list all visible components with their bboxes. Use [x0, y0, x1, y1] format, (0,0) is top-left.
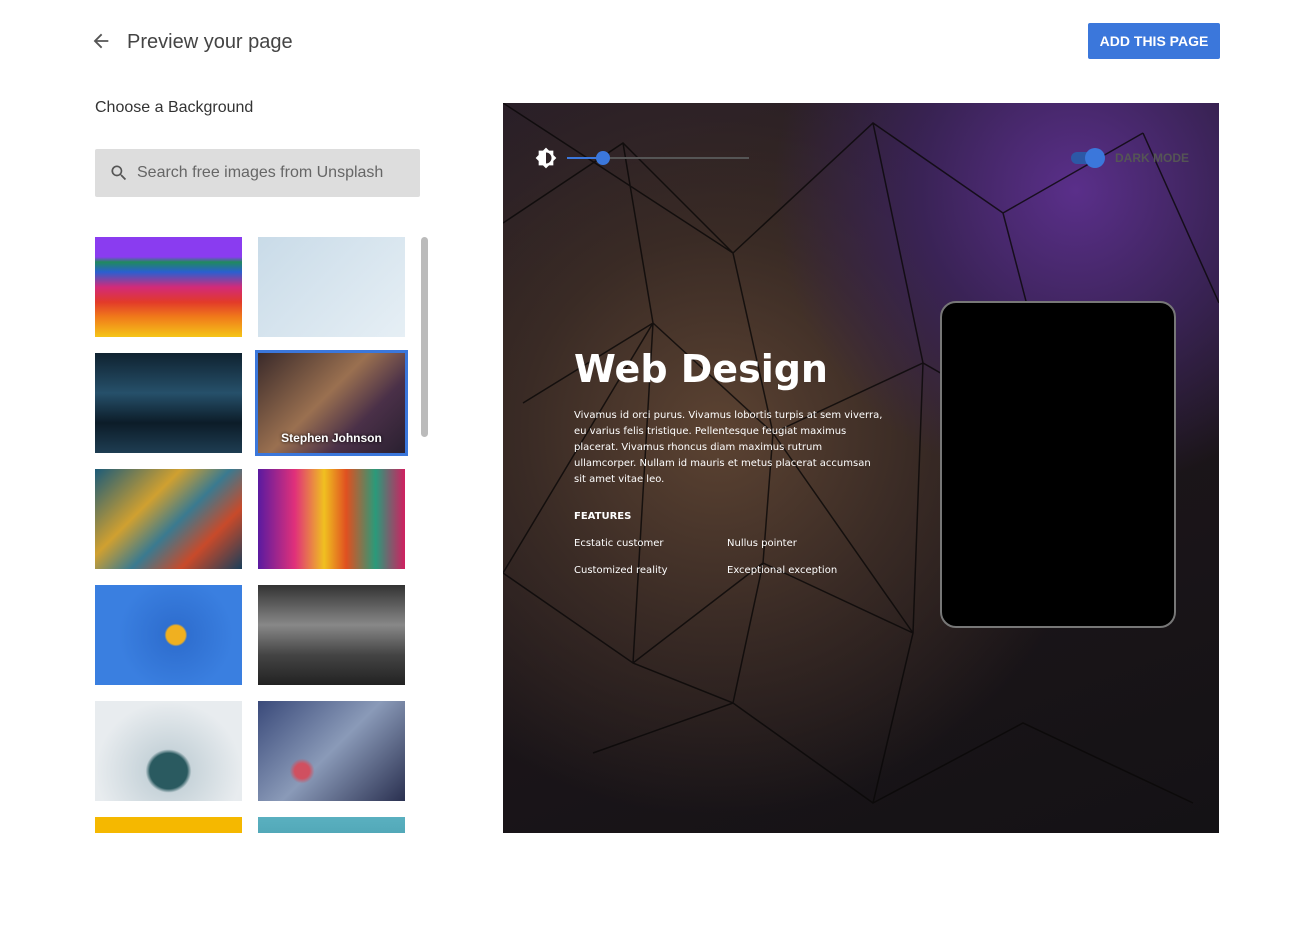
- back-arrow-icon[interactable]: [90, 30, 112, 52]
- preview-heading: Web Design: [574, 347, 828, 391]
- thumbnail-pool-water[interactable]: [258, 817, 405, 833]
- search-input[interactable]: [137, 164, 407, 182]
- thumbnail-train-station[interactable]: [258, 585, 405, 685]
- thumbnail-colorful-curves[interactable]: [258, 469, 405, 569]
- page-preview: DARK MODE Web Design Vivamus id orci pur…: [503, 103, 1219, 833]
- scrollbar[interactable]: [421, 237, 428, 437]
- thumbnail-glass-building[interactable]: [258, 237, 405, 337]
- preview-paragraph: Vivamus id orci purus. Vivamus lobortis …: [574, 410, 883, 485]
- feature-item: Nullus pointer: [727, 538, 797, 549]
- thumbnail-dark-blue-waves[interactable]: [95, 353, 242, 453]
- dark-mode-toggle[interactable]: [1071, 148, 1105, 168]
- feature-item: Exceptional exception: [727, 565, 838, 576]
- brightness-slider[interactable]: [567, 151, 749, 165]
- thumbnail-blue-fruit[interactable]: [95, 585, 242, 685]
- thumbnail-caption: Stephen Johnson: [281, 431, 382, 445]
- features-heading: FEATURES: [574, 511, 632, 522]
- tablet-mockup: [940, 301, 1176, 628]
- page-title: Preview your page: [127, 31, 293, 53]
- feature-item: Ecstatic customer: [574, 538, 664, 549]
- background-thumbnail-grid: Stephen Johnson: [95, 237, 410, 833]
- search-box[interactable]: [95, 149, 420, 197]
- add-this-page-button[interactable]: ADD THIS PAGE: [1088, 23, 1220, 59]
- thumbnail-abstract-paint[interactable]: [95, 469, 242, 569]
- thumbnail-yellow[interactable]: [95, 817, 242, 833]
- brightness-icon: [535, 147, 557, 169]
- feature-item: Customized reality: [574, 565, 668, 576]
- search-icon: [111, 165, 127, 181]
- thumbnail-geodesic-dome[interactable]: Stephen Johnson: [255, 350, 408, 456]
- thumbnail-rainbow-arches[interactable]: [95, 237, 242, 337]
- thumbnail-ice-house[interactable]: [95, 701, 242, 801]
- choose-background-heading: Choose a Background: [95, 99, 254, 116]
- dark-mode-label: DARK MODE: [1115, 151, 1189, 165]
- thumbnail-rain-bokeh[interactable]: [258, 701, 405, 801]
